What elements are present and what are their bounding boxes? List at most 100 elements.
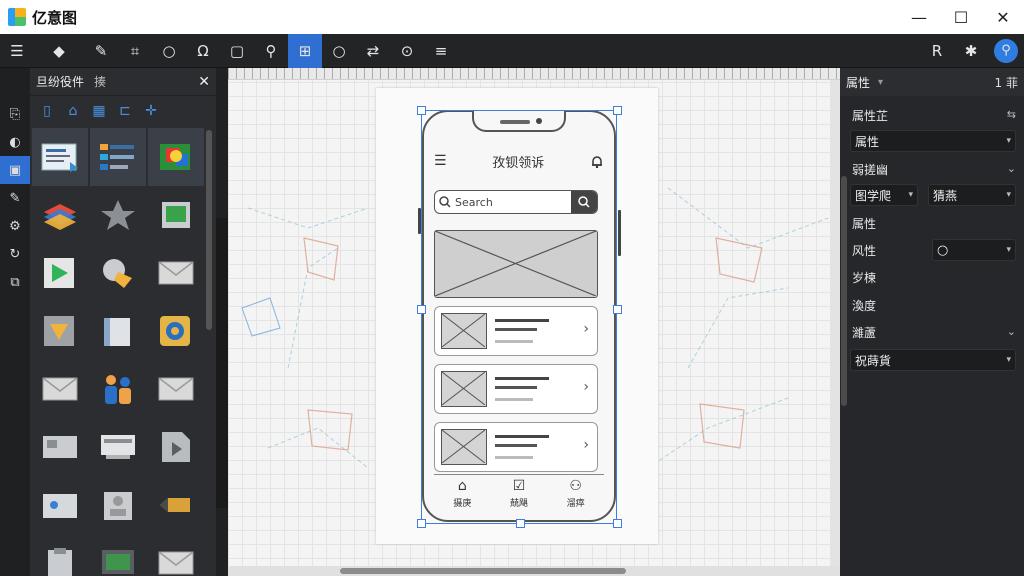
- prop-select[interactable]: ○ ▾: [932, 239, 1016, 261]
- settings-icon[interactable]: ⚙: [0, 212, 30, 240]
- arrows-icon[interactable]: ⇆: [1007, 108, 1016, 121]
- prop-select[interactable]: 祝蒔貨 ▾: [850, 349, 1016, 371]
- shape-item[interactable]: [148, 302, 204, 360]
- prop-select[interactable]: 猜燕 ▾: [928, 184, 1016, 206]
- list-card[interactable]: ›: [434, 364, 598, 414]
- resize-handle[interactable]: [417, 106, 426, 115]
- pages-icon[interactable]: ⎘: [0, 100, 30, 128]
- layers-icon[interactable]: ⧉: [0, 268, 30, 296]
- phone-camera: [536, 118, 542, 124]
- resize-handle[interactable]: [417, 305, 426, 314]
- shape-item[interactable]: [90, 476, 146, 534]
- zoom-icon[interactable]: ○: [152, 34, 186, 68]
- panel-close-button[interactable]: ✕: [198, 74, 210, 90]
- prop-select[interactable]: 属性 ▾: [850, 130, 1016, 152]
- phone-search-bar[interactable]: Search: [434, 190, 598, 214]
- asterisk-icon[interactable]: ✱: [954, 34, 988, 68]
- search-placeholder: Search: [455, 195, 493, 209]
- search-shape-icon[interactable]: ○: [322, 34, 356, 68]
- list-card[interactable]: ›: [434, 422, 598, 472]
- shape-item[interactable]: [148, 128, 204, 186]
- chevron-down-icon: ▾: [1006, 136, 1011, 146]
- chevron-down-icon[interactable]: ⌄: [1007, 162, 1016, 175]
- tab-home[interactable]: ⌂ 摄庚: [453, 475, 471, 512]
- history-icon[interactable]: ↻: [0, 240, 30, 268]
- shape-item[interactable]: [32, 302, 88, 360]
- shape-item[interactable]: [90, 186, 146, 244]
- image-icon[interactable]: ▢: [220, 34, 254, 68]
- resize-handle[interactable]: [516, 519, 525, 528]
- frame-icon[interactable]: ⊏: [112, 98, 138, 124]
- shape-item[interactable]: [90, 418, 146, 476]
- prop-label: 岁楝: [852, 270, 877, 285]
- add-icon[interactable]: ✛: [138, 98, 164, 124]
- shape-item[interactable]: [90, 302, 146, 360]
- properties-header: 属性: [846, 75, 871, 90]
- shapes-scrollbar[interactable]: [206, 130, 212, 330]
- shape-item[interactable]: [32, 476, 88, 534]
- shape-item[interactable]: [32, 534, 88, 576]
- minimize-button[interactable]: —: [898, 0, 940, 34]
- pattern-icon[interactable]: ▦: [86, 98, 112, 124]
- fill-icon[interactable]: ◐: [0, 128, 30, 156]
- shape-item[interactable]: [148, 360, 204, 418]
- shapes-icon[interactable]: ▣: [0, 156, 30, 184]
- shape-item[interactable]: [32, 128, 88, 186]
- tab-tasks[interactable]: ☑ 兢飓: [510, 475, 528, 512]
- shape-item[interactable]: [90, 534, 146, 576]
- star-icon: [101, 200, 135, 230]
- main-toolbar: ☰ ◆ ✎ ⌗ ○ Ω ▢ ⚲ ⊞ ○ ⇄ ⊙ ≡ R ✱ ⚲: [0, 33, 1024, 68]
- bell-icon[interactable]: [590, 154, 604, 168]
- shape-item[interactable]: [90, 360, 146, 418]
- align-icon[interactable]: ≡: [424, 34, 458, 68]
- grid-select-icon[interactable]: ⊞: [288, 33, 322, 68]
- shape-item[interactable]: [90, 244, 146, 302]
- search-icon[interactable]: ⚲: [994, 38, 1018, 63]
- shape-item[interactable]: [148, 476, 204, 534]
- canvas-horizontal-scrollbar[interactable]: [228, 566, 840, 576]
- shape-item[interactable]: [148, 534, 204, 576]
- pen-icon[interactable]: ✎: [84, 34, 118, 68]
- app-title: 亿意图: [32, 8, 78, 27]
- shape-item[interactable]: [148, 418, 204, 476]
- list-card[interactable]: ›: [434, 306, 598, 356]
- prop-select[interactable]: 图学爬 ▾: [850, 184, 918, 206]
- paint-icon[interactable]: ◆: [42, 34, 76, 68]
- document-icon[interactable]: ▯: [34, 98, 60, 124]
- shape-item[interactable]: [32, 418, 88, 476]
- prop-label: 属性芷: [852, 108, 889, 123]
- tab-profile[interactable]: ⚇ 溜瘁: [567, 475, 585, 512]
- phone-mockup[interactable]: ☰ 孜钡领诉 Search › › › ⌂ 摄庚 ☑ 兢飓 ⚇ 溜瘁: [422, 110, 616, 522]
- shape-item[interactable]: [148, 244, 204, 302]
- close-button[interactable]: ✕: [982, 0, 1024, 34]
- list-icon[interactable]: ☰: [0, 34, 34, 68]
- zoom-fit-icon[interactable]: ⊙: [390, 34, 424, 68]
- shape-item[interactable]: [32, 244, 88, 302]
- maximize-button[interactable]: ☐: [940, 0, 982, 34]
- chevron-down-icon: ▾: [908, 190, 913, 200]
- canvas-vertical-scrollbar[interactable]: [830, 80, 840, 566]
- lasso-icon[interactable]: Ω: [186, 34, 220, 68]
- resize-handle[interactable]: [613, 106, 622, 115]
- chevron-down-icon[interactable]: ⌄: [1007, 325, 1016, 338]
- transform-icon[interactable]: ⇄: [356, 34, 390, 68]
- select-value: 祝蒔貨: [855, 353, 892, 368]
- title-bar: 亿意图 — ☐ ✕: [0, 0, 1024, 34]
- connector-icon[interactable]: ⚲: [254, 34, 288, 68]
- container-icon[interactable]: ⌂: [60, 98, 86, 124]
- shape-item[interactable]: [32, 186, 88, 244]
- drawing-canvas[interactable]: ☰ 孜钡领诉 Search › › › ⌂ 摄庚 ☑ 兢飓 ⚇ 溜瘁: [228, 68, 840, 576]
- hamburger-icon[interactable]: ☰: [434, 153, 447, 169]
- format-icon[interactable]: R: [920, 34, 954, 68]
- shape-item[interactable]: [32, 360, 88, 418]
- chevron-down-icon[interactable]: ▾: [878, 77, 883, 88]
- resize-handle[interactable]: [613, 305, 622, 314]
- resize-handle[interactable]: [613, 519, 622, 528]
- shape-item[interactable]: [148, 186, 204, 244]
- edit-icon[interactable]: ✎: [0, 184, 30, 212]
- shape-item[interactable]: [90, 128, 146, 186]
- crop-icon[interactable]: ⌗: [118, 34, 152, 68]
- properties-scrollbar[interactable]: [840, 176, 848, 406]
- resize-handle[interactable]: [417, 519, 426, 528]
- search-button[interactable]: [571, 191, 597, 213]
